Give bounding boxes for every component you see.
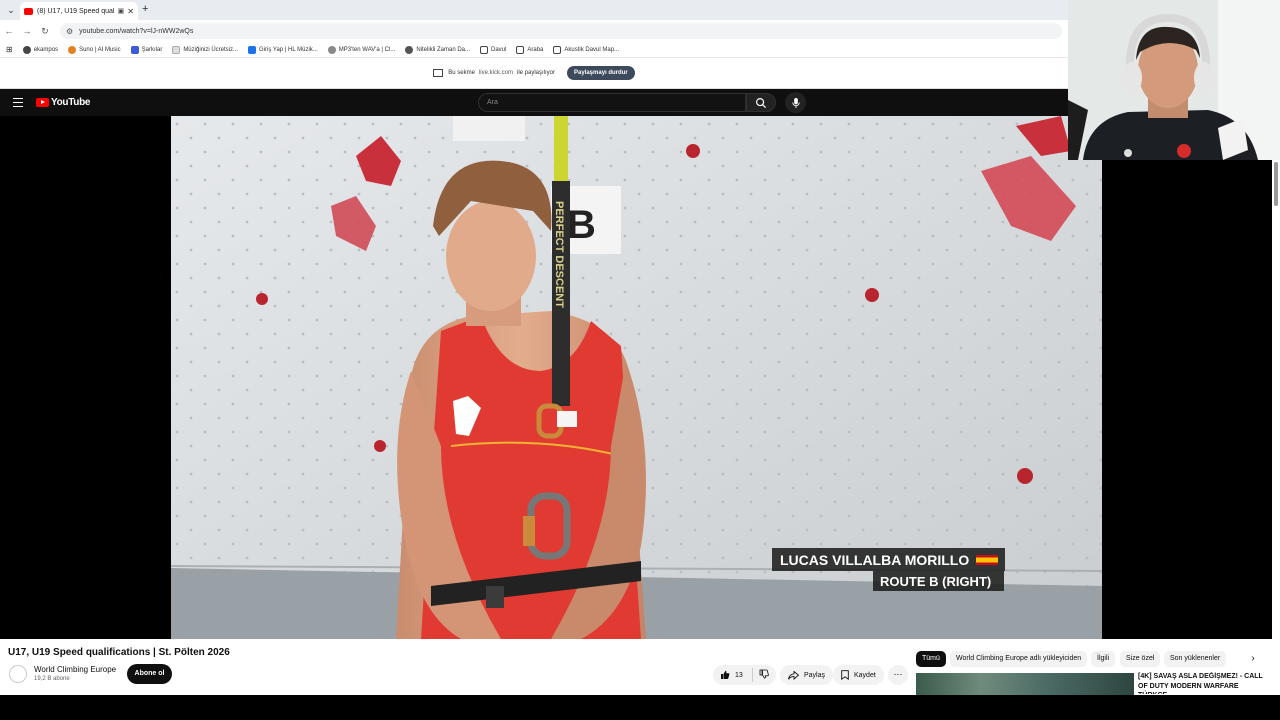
- chip-recently-uploaded[interactable]: Son yüklenenler: [1164, 651, 1227, 667]
- bookmark-save-icon: [841, 670, 849, 680]
- chevron-right-icon[interactable]: ›: [1246, 651, 1260, 667]
- channel-avatar[interactable]: [9, 665, 27, 683]
- webcam-person-image: [1068, 0, 1280, 160]
- bookmarks-bar: ⊞ ekampos Suno | AI Music Şarkılar Müziğ…: [0, 42, 1068, 58]
- tab-sharing-bar: Bu sekme live.kick.com ile paylaşılıyor …: [0, 58, 1068, 89]
- url-field[interactable]: ⚙ youtube.com/watch?v=lJ-nWW2wQs: [60, 23, 1062, 39]
- new-tab-plus-icon[interactable]: +: [142, 3, 148, 15]
- thumbs-up-icon: [721, 670, 730, 679]
- bookmark-folder[interactable]: Araba: [516, 45, 543, 54]
- bookmark-item[interactable]: Suno | AI Music: [68, 45, 121, 54]
- screen: ⌄ (8) U17, U19 Speed qualific... ▣ ✕ + ←…: [0, 0, 1280, 720]
- bookmark-item[interactable]: MP3'ten WAV'a | Cl...: [327, 45, 395, 54]
- more-actions-icon[interactable]: ⋯: [888, 665, 908, 685]
- bookmark-item[interactable]: ekampos: [22, 45, 58, 54]
- screen-share-icon: [433, 69, 444, 77]
- back-arrow-icon[interactable]: ←: [0, 26, 18, 36]
- youtube-logo[interactable]: YouTube: [36, 97, 91, 108]
- bookmark-item[interactable]: Nitelikli Zaman Da...: [405, 45, 470, 54]
- channel-name[interactable]: World Climbing Europe: [34, 665, 116, 674]
- bookmark-item[interactable]: Müziğinizi Ücretsiz...: [172, 45, 238, 54]
- sharing-host: live.kick.com: [478, 70, 513, 76]
- page-scrollbar[interactable]: [1272, 160, 1280, 700]
- folder-icon: [516, 45, 525, 54]
- streamer-webcam: [1068, 0, 1280, 160]
- tab-list-chevron-icon[interactable]: ⌄: [4, 3, 18, 17]
- sharing-text-after: ile paylaşılıyor: [516, 70, 555, 76]
- youtube-logo-text: YouTube: [51, 97, 91, 108]
- chip-for-you[interactable]: Size özel: [1120, 651, 1161, 667]
- site-info-icon[interactable]: ⚙: [66, 27, 73, 36]
- youtube-play-logo-icon: [36, 98, 49, 107]
- share-button[interactable]: Paylaş: [780, 665, 834, 685]
- browser-tab[interactable]: (8) U17, U19 Speed qualific... ▣ ✕: [20, 2, 138, 20]
- chip-from-uploader[interactable]: World Climbing Europe adlı yükleyiciden: [950, 651, 1088, 667]
- bookmark-folder[interactable]: Davul: [480, 45, 506, 54]
- microphone-icon: [791, 97, 800, 108]
- bookmark-folder[interactable]: Akustik Davul Map...: [553, 45, 619, 54]
- chip-related[interactable]: İlgili: [1091, 651, 1116, 667]
- bookmark-item[interactable]: Giriş Yap | HL Müzik...: [248, 45, 318, 54]
- subscribe-button[interactable]: Abone ol: [127, 664, 172, 684]
- like-dislike-group: 13: [713, 665, 776, 685]
- sharing-text: Bu sekme: [448, 70, 475, 76]
- cast-icon: ▣: [117, 8, 125, 15]
- save-button[interactable]: Kaydet: [833, 665, 884, 685]
- player-right-black: [1102, 160, 1272, 639]
- bookmark-favicon-icon: [22, 45, 31, 54]
- scrollbar-thumb[interactable]: [1274, 162, 1278, 206]
- apps-grid-icon[interactable]: ⊞: [6, 45, 13, 54]
- bookmark-favicon-icon: [405, 45, 414, 54]
- folder-icon: [553, 45, 562, 54]
- forward-arrow-icon[interactable]: →: [18, 26, 36, 36]
- reload-icon[interactable]: ↻: [36, 26, 54, 37]
- folder-icon: [480, 45, 489, 54]
- dislike-button[interactable]: [753, 669, 769, 681]
- subscriber-count: 19,2 B abone: [34, 676, 70, 682]
- search-icon: [756, 97, 767, 108]
- recommended-video-thumbnail[interactable]: [916, 673, 1134, 695]
- share-arrow-icon: [788, 670, 799, 680]
- browser-tab-bar: ⌄ (8) U17, U19 Speed qualific... ▣ ✕ +: [0, 0, 1068, 20]
- video-title: U17, U19 Speed qualifications | St. Pölt…: [8, 647, 230, 658]
- route-overlay: ROUTE B (RIGHT): [873, 571, 1004, 591]
- menu-hamburger-icon[interactable]: [13, 98, 23, 110]
- svg-text:PERFECT DESCENT: PERFECT DESCENT: [553, 201, 565, 308]
- bottom-black-bar: [0, 695, 1280, 720]
- bookmark-favicon-icon: [130, 45, 139, 54]
- search-input[interactable]: Ara: [478, 93, 746, 112]
- thumbs-down-icon: [759, 669, 769, 679]
- bookmark-favicon-icon: [172, 45, 181, 54]
- close-tab-icon[interactable]: ✕: [127, 7, 134, 16]
- like-button[interactable]: 13: [713, 668, 753, 682]
- bookmark-item[interactable]: Şarkılar: [130, 45, 162, 54]
- bookmark-favicon-icon: [248, 45, 256, 54]
- save-label: Kaydet: [854, 671, 876, 679]
- address-bar-row: ← → ↻ ⚙ youtube.com/watch?v=lJ-nWW2wQs: [0, 20, 1068, 42]
- stop-sharing-button[interactable]: Paylaşmayı durdur: [567, 66, 635, 80]
- svg-text:B: B: [567, 203, 596, 247]
- chip-all[interactable]: Tümü: [916, 651, 946, 667]
- bookmark-favicon-icon: [68, 45, 77, 54]
- spain-flag-icon: [976, 555, 998, 565]
- youtube-favicon-icon: [24, 7, 33, 15]
- share-label: Paylaş: [804, 671, 826, 679]
- search-button[interactable]: [746, 93, 776, 112]
- url-text: youtube.com/watch?v=lJ-nWW2wQs: [79, 27, 194, 35]
- tab-title: (8) U17, U19 Speed qualific...: [37, 7, 115, 15]
- athlete-name: LUCAS VILLALBA MORILLO: [780, 552, 970, 568]
- like-count: 13: [735, 671, 743, 679]
- athlete-name-overlay: LUCAS VILLALBA MORILLO: [772, 548, 1005, 571]
- voice-search-button[interactable]: [785, 92, 806, 113]
- bookmark-favicon-icon: [327, 45, 336, 54]
- recommended-video-title[interactable]: [4K] SAVAŞ ASLA DEĞİŞMEZ! - CALL OF DUTY…: [1138, 672, 1268, 694]
